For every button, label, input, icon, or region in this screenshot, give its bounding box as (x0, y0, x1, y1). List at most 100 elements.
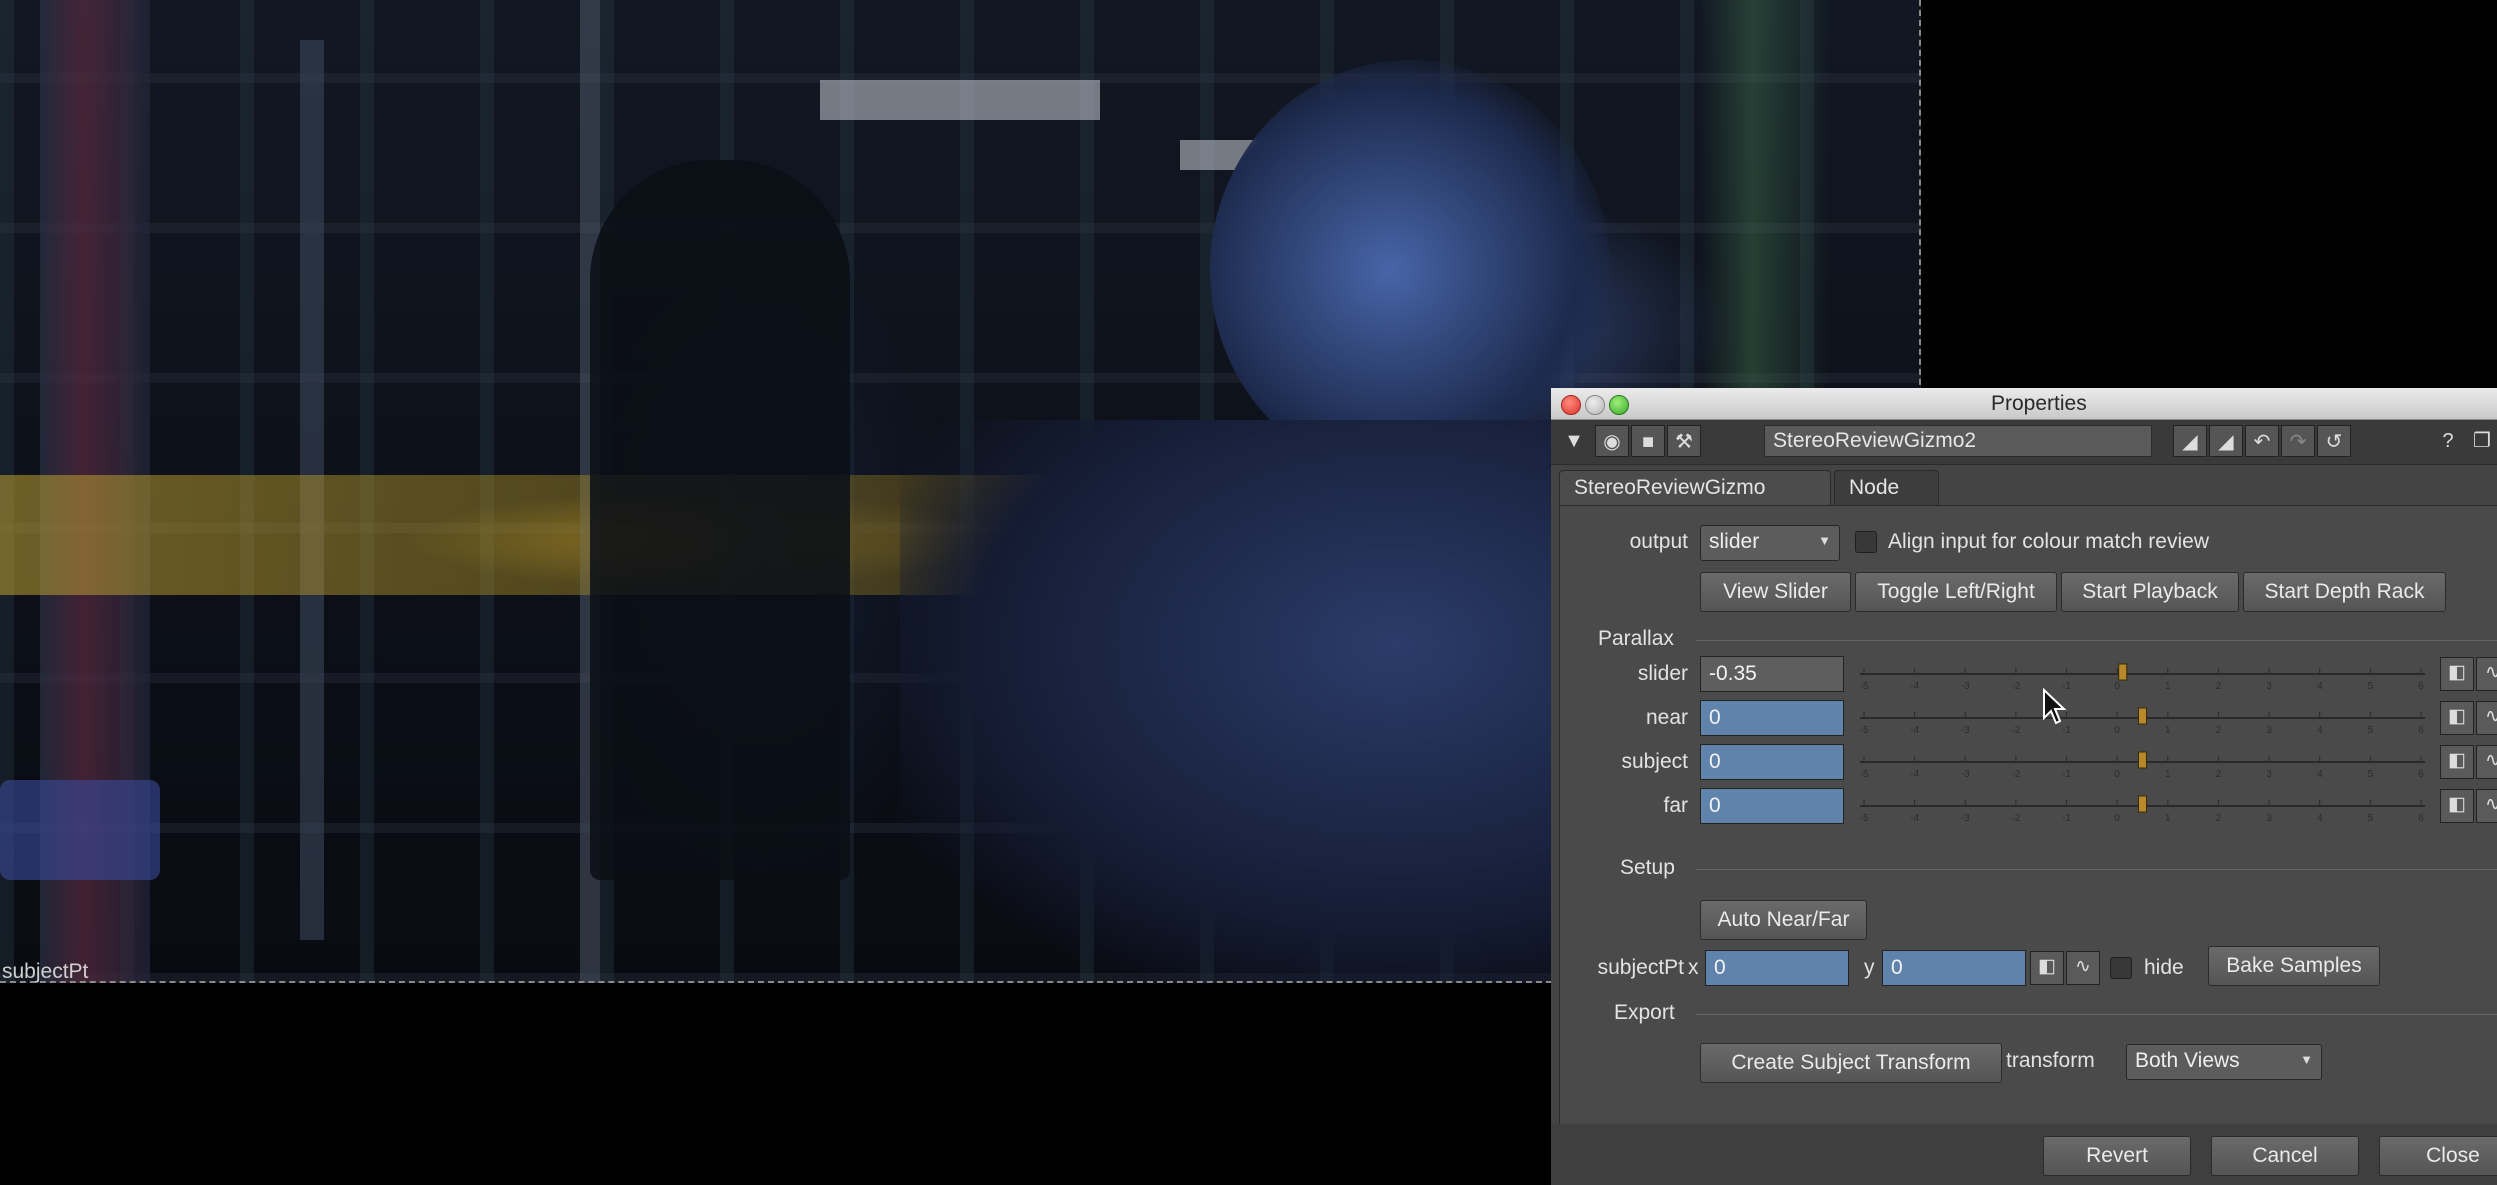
slider-tick-label: 6 (2418, 725, 2424, 736)
start-depth-rack-button[interactable]: Start Depth Rack (2243, 572, 2446, 612)
subjectpt-x-field[interactable]: 0 (1705, 950, 1849, 986)
hide-checkbox[interactable] (2110, 957, 2132, 979)
slider-tick-label: 2 (2216, 769, 2222, 780)
parallax-0-label: slider (1637, 662, 1688, 685)
slider-tick-label: 0 (2114, 725, 2120, 736)
parallax-3-value-field[interactable]: 0 (1700, 788, 1844, 824)
slider-tick-label: -4 (1910, 813, 1919, 824)
transform-dropdown-value: Both Views (2135, 1049, 2240, 1072)
subjectpt-label: subjectPt (1597, 956, 1684, 979)
float-icon[interactable]: ❐ (2465, 425, 2497, 457)
dialog-button-bar: Revert Cancel Close (1551, 1124, 2497, 1185)
parallax-2-curve-icon[interactable]: ∿ (2476, 745, 2497, 779)
slider-handle (2138, 795, 2147, 813)
window-title: Properties (1991, 392, 2087, 415)
parallax-2-value-field[interactable]: 0 (1700, 744, 1844, 780)
parallax-3-label: far (1663, 794, 1688, 817)
wrench-icon[interactable]: ⚒ (1667, 425, 1701, 457)
revert-button[interactable]: Revert (2043, 1136, 2191, 1176)
parallax-1-value-field[interactable]: 0 (1700, 700, 1844, 736)
parallax-0-curve-icon[interactable]: ∿ (2476, 657, 2497, 691)
slider-tick-label: -3 (1961, 769, 1970, 780)
input-b-icon[interactable]: ◢ (2209, 425, 2243, 457)
setup-section-label: Setup (1620, 856, 1675, 879)
slider-tick-label: 5 (2368, 725, 2374, 736)
redo-icon[interactable]: ↷ (2281, 425, 2315, 457)
revert-icon[interactable]: ↺ (2317, 425, 2351, 457)
slider-tick-label: -1 (2062, 769, 2071, 780)
parallax-1-slider[interactable]: -5 -4 -3 -2 -1 0 1 2 3 4 5 6 (1860, 700, 2425, 736)
slider-tick-label: 6 (2418, 681, 2424, 692)
close-button[interactable]: Close (2379, 1136, 2497, 1176)
collapse-triangle-icon[interactable]: ▼ (1557, 425, 1591, 457)
slider-tick-label: -4 (1910, 725, 1919, 736)
slider-tick-label: 1 (2165, 813, 2171, 824)
minimize-window-icon[interactable] (1585, 395, 1605, 415)
parallax-3-curve-icon[interactable]: ∿ (2476, 789, 2497, 823)
output-dropdown[interactable]: slider ▼ (1700, 525, 1840, 561)
slider-tick-label: 6 (2418, 769, 2424, 780)
slider-tick-label: 0 (2114, 681, 2120, 692)
slider-handle (2118, 663, 2128, 681)
chevron-down-icon: ▼ (1818, 533, 1831, 548)
slider-tick-label: -2 (2011, 813, 2020, 824)
help-icon[interactable]: ? (2431, 425, 2465, 457)
slider-tick-label: 3 (2266, 769, 2272, 780)
toggle-left-right-button[interactable]: Toggle Left/Right (1855, 572, 2057, 612)
undo-icon[interactable]: ↶ (2245, 425, 2279, 457)
subjectpt-curve-icon[interactable]: ∿ (2066, 951, 2100, 985)
align-input-label: Align input for colour match review (1888, 530, 2209, 553)
parallax-2-slider[interactable]: -5 -4 -3 -2 -1 0 1 2 3 4 5 6 (1860, 744, 2425, 780)
node-name-field[interactable]: StereoReviewGizmo2 (1764, 425, 2152, 457)
transform-label: transform (2006, 1049, 2095, 1072)
slider-handle (2138, 751, 2147, 769)
slider-tick-label: 1 (2165, 681, 2171, 692)
subjectpt-y-field[interactable]: 0 (1882, 950, 2026, 986)
tab-node[interactable]: Node (1834, 470, 1939, 506)
bake-samples-button[interactable]: Bake Samples (2208, 946, 2380, 986)
slider-tick-label: 0 (2114, 769, 2120, 780)
parallax-2-label: subject (1621, 750, 1688, 773)
input-a-icon[interactable]: ◢ (2173, 425, 2207, 457)
slider-tick-label: -1 (2062, 725, 2071, 736)
parallax-3-animation-icon[interactable]: ◧ (2440, 789, 2474, 823)
slider-tick-label: 2 (2216, 681, 2222, 692)
slider-tick-label: 4 (2317, 813, 2323, 824)
slider-tick-label: 1 (2165, 725, 2171, 736)
parallax-2-animation-icon[interactable]: ◧ (2440, 745, 2474, 779)
view-slider-button[interactable]: View Slider (1700, 572, 1851, 612)
parallax-0-slider[interactable]: -5 -4 -3 -2 -1 0 1 2 3 4 5 6 (1860, 656, 2425, 692)
auto-near-far-button[interactable]: Auto Near/Far (1700, 900, 1867, 940)
parallax-3-slider[interactable]: -5 -4 -3 -2 -1 0 1 2 3 4 5 6 (1860, 788, 2425, 824)
slider-tick-label: -5 (1860, 813, 1869, 824)
start-playback-button[interactable]: Start Playback (2061, 572, 2239, 612)
slider-tick-label: -5 (1860, 769, 1869, 780)
circle-icon[interactable]: ◉ (1595, 425, 1629, 457)
parallax-1-label: near (1645, 706, 1688, 729)
viewer-icon[interactable]: ■ (1631, 425, 1665, 457)
slider-tick-label: -5 (1860, 681, 1869, 692)
parallax-1-curve-icon[interactable]: ∿ (2476, 701, 2497, 735)
parallax-1-animation-icon[interactable]: ◧ (2440, 701, 2474, 735)
subjectpt-overlay-label[interactable]: subjectPt (2, 960, 88, 983)
slider-tick-label: 2 (2216, 813, 2222, 824)
parallax-0-value-field[interactable]: -0.35 (1700, 656, 1844, 692)
subjectpt-y-label: y (1864, 956, 1875, 979)
close-window-icon[interactable] (1561, 395, 1581, 415)
subjectpt-picker-icon[interactable]: ◧ (2030, 951, 2064, 985)
tab-stereoreviewgizmo[interactable]: StereoReviewGizmo (1559, 470, 1831, 506)
cancel-button[interactable]: Cancel (2211, 1136, 2359, 1176)
slider-tick-label: 4 (2317, 769, 2323, 780)
mouse-cursor-icon (2043, 688, 2067, 725)
transform-dropdown[interactable]: Both Views ▼ (2126, 1044, 2322, 1080)
output-label: output (1629, 530, 1688, 553)
export-divider (1696, 1014, 2497, 1015)
slider-tick-label: 0 (2114, 813, 2120, 824)
slider-tick-label: 2 (2216, 725, 2222, 736)
title-bar[interactable]: Properties (1551, 388, 2497, 420)
slider-tick-label: -2 (2011, 681, 2020, 692)
zoom-window-icon[interactable] (1609, 395, 1629, 415)
parallax-0-animation-icon[interactable]: ◧ (2440, 657, 2474, 691)
align-input-checkbox[interactable] (1855, 531, 1877, 553)
create-subject-transform-button[interactable]: Create Subject Transform (1700, 1043, 2002, 1083)
